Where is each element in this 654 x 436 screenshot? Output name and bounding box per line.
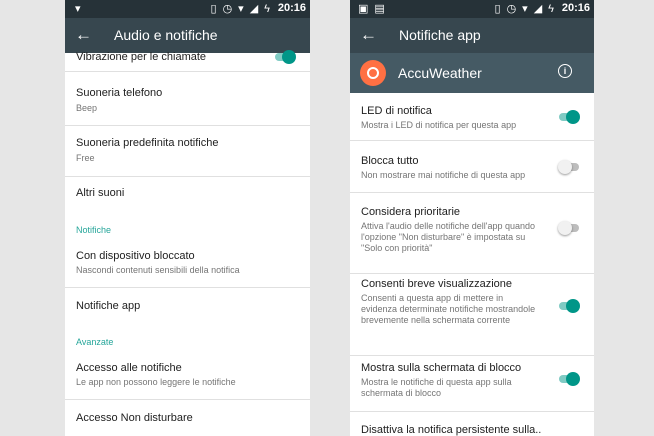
setting-description: Attiva l'audio delle notifiche dell'app … [361,221,536,253]
setting-peek[interactable]: Consenti breve visualizzazione Consenti … [350,274,594,356]
setting-block-all[interactable]: Blocca tutto Non mostrare mai notifiche … [350,141,594,193]
setting-led[interactable]: LED di notifica Mostra i LED di notifica… [350,93,594,141]
briefcase-icon: ▤ [374,3,385,15]
usb-icon: ▾ [75,3,81,15]
setting-value: Beep [76,103,98,113]
page-title: Notifiche app [399,27,481,43]
priority-toggle[interactable] [558,221,580,235]
setting-vibrate-calls[interactable]: Vibrazione per le chiamate [65,50,310,72]
signal-icon: ◢ [249,3,259,15]
app-notifications-screen: ▣ ▤ ▯ ◷ ▾ ◢ ϟ 20:16 ← Notifiche app Accu… [350,0,594,436]
setting-title: Blocca tutto [361,155,419,167]
lock-screen-toggle[interactable] [558,372,580,386]
clock: 20:16 [277,2,306,14]
setting-title: Considera prioritarie [361,206,461,218]
setting-app-notifications[interactable]: Notifiche app [65,288,310,328]
setting-title: Notifiche app [76,300,141,312]
audio-notifications-screen: ▾ ▯ ◷ ▾ ◢ ϟ 20:16 ← Audio e notifiche Vi… [65,0,310,436]
app-header: AccuWeather i [350,53,594,93]
app-name: AccuWeather [398,65,482,81]
setting-title: LED di notifica [361,105,432,117]
setting-phone-ringtone[interactable]: Suoneria telefono Beep [65,72,310,126]
setting-description: Consenti a questa app di mettere in evid… [361,293,536,325]
setting-priority[interactable]: Considera prioritarie Attiva l'audio del… [350,193,594,274]
wifi-icon: ▾ [238,3,244,15]
setting-dnd-access[interactable]: Accesso Non disturbare [65,400,310,436]
signal-icon: ◢ [533,3,543,15]
page-title: Audio e notifiche [114,27,218,43]
setting-title: Altri suoni [76,187,125,199]
led-toggle[interactable] [558,110,580,124]
toolbar: ← Notifiche app [350,18,594,53]
block-all-toggle[interactable] [558,160,580,174]
setting-title: Mostra sulla schermata di blocco [361,362,522,374]
setting-title: Suoneria telefono [76,87,163,99]
setting-title: Vibrazione per le chiamate [76,51,207,63]
wifi-icon: ▾ [522,3,528,15]
setting-lock-screen[interactable]: Con dispositivo bloccato Nascondi conten… [65,238,310,288]
toolbar: ← Audio e notifiche [65,18,310,53]
clock: 20:16 [561,2,590,14]
alarm-icon: ◷ [222,3,233,15]
status-bar: ▣ ▤ ▯ ◷ ▾ ◢ ϟ 20:16 [350,0,594,18]
setting-title: Suoneria predefinita notifiche [76,137,219,149]
battery-charging-icon: ϟ [264,2,270,15]
setting-title: Disattiva la notifica persistente sulla.… [361,424,542,436]
vibrate-icon: ▯ [210,3,217,15]
setting-title: Consenti breve visualizzazione [361,278,513,290]
image-icon: ▣ [358,3,369,15]
setting-title: Accesso Non disturbare [76,412,193,424]
status-bar: ▾ ▯ ◷ ▾ ◢ ϟ 20:16 [65,0,310,18]
peek-toggle[interactable] [558,299,580,313]
setting-notification-access[interactable]: Accesso alle notifiche Le app non posson… [65,350,310,400]
setting-value: Nascondi contenuti sensibili della notif… [76,265,240,275]
setting-title: Con dispositivo bloccato [76,250,195,262]
section-header-advanced: Avanzate [76,337,114,347]
setting-default-notification-ringtone[interactable]: Suoneria predefinita notifiche Free [65,126,310,177]
setting-value: Le app non possono leggere le notifiche [76,377,236,387]
setting-lock-screen[interactable]: Mostra sulla schermata di blocco Mostra … [350,356,594,412]
info-icon[interactable]: i [558,64,572,78]
setting-title: Accesso alle notifiche [76,362,182,374]
accuweather-logo-icon [360,60,386,86]
back-arrow-icon[interactable]: ← [360,26,377,43]
section-header-notifications: Notifiche [76,225,112,235]
battery-charging-icon: ϟ [548,2,554,15]
setting-description: Mostra le notifiche di questa app sulla … [361,377,512,398]
setting-description: Mostra i LED di notifica per questa app [361,120,517,130]
setting-other-sounds[interactable]: Altri suoni [65,177,310,217]
vibrate-icon: ▯ [494,3,501,15]
setting-description: Non mostrare mai notifiche di questa app [361,170,526,180]
setting-value: Free [76,153,95,163]
setting-persistent-notification[interactable]: Disattiva la notifica persistente sulla.… [350,412,594,436]
vibrate-calls-toggle[interactable] [274,50,296,64]
back-arrow-icon[interactable]: ← [75,26,92,43]
alarm-icon: ◷ [506,3,517,15]
